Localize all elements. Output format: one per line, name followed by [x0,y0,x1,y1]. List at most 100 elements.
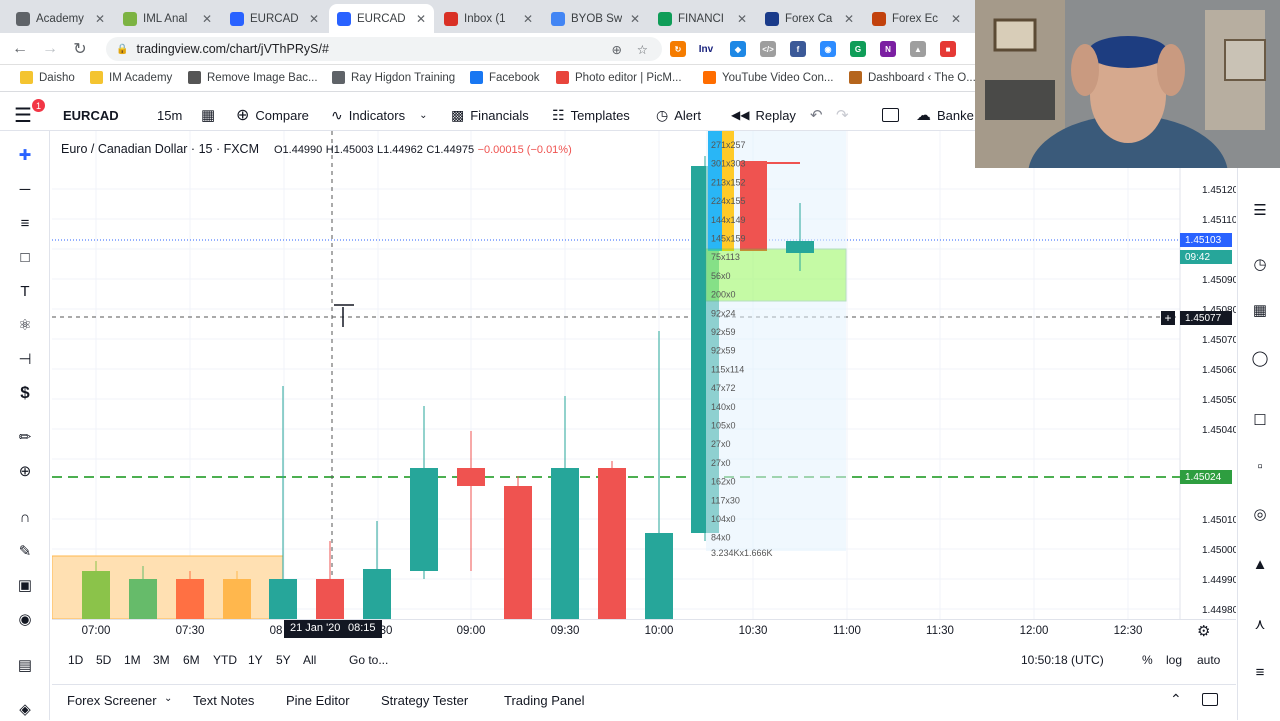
bookmark-item[interactable]: Dashboard ‹ The O... [849,71,976,84]
extension-diamond-icon[interactable]: ◆ [730,41,746,57]
extension-n-icon[interactable]: N [880,41,896,57]
back-icon[interactable]: ← [10,39,30,59]
horizontal-lines-icon[interactable]: ≡ [13,211,37,235]
extension-code-icon[interactable]: </> [760,41,776,57]
browser-tab[interactable]: Inbox (1 ✕ [436,4,541,33]
layout-icon[interactable] [882,99,899,131]
hotlist-icon[interactable]: ≡ [1248,660,1272,684]
browser-tab[interactable]: Forex Ec ✕ [864,4,969,33]
range-button-3m[interactable]: 3M [153,653,170,667]
candle-style-icon[interactable]: ▦ [201,99,215,131]
redo-icon[interactable]: ↷ [836,99,849,131]
bookmark-item[interactable]: IM Academy [90,71,172,84]
bookmark-item[interactable]: Photo editor | PicM... [556,71,682,84]
close-tab-icon[interactable]: ✕ [951,12,961,26]
close-tab-icon[interactable]: ✕ [95,12,105,26]
prediction-icon[interactable]: ⊣ [13,347,37,371]
crosshair-icon[interactable]: ✚ [13,143,37,167]
pattern-icon[interactable]: ⚛ [13,313,37,337]
close-tab-icon[interactable]: ✕ [630,12,640,26]
ruler-icon[interactable]: ✏ [13,425,37,449]
chat-icon[interactable]: ☐ [1248,408,1272,432]
browser-tab[interactable]: BYOB Sw ✕ [543,4,648,33]
range-button-5d[interactable]: 5D [96,653,111,667]
browser-tab[interactable]: Academy ✕ [8,4,113,33]
forward-icon[interactable]: → [40,39,60,59]
financials-button[interactable]: ▩ Financials [451,99,529,131]
add-page-icon[interactable]: ⊕ [612,42,622,57]
bookmark-item[interactable]: Facebook [470,71,540,84]
browser-tab[interactable]: Forex Ca ✕ [757,4,862,33]
broker-button[interactable]: ☁ Banke [916,99,974,131]
add-alert-plus-icon[interactable]: + [1161,311,1175,325]
bottom-tab[interactable]: Text Notes [193,693,254,708]
close-tab-icon[interactable]: ✕ [416,12,426,26]
indicators-button[interactable]: ∿ Indicators ⌄ [331,99,428,131]
signal-icon[interactable]: ◎ [1248,502,1272,526]
watchlist-icon[interactable]: ☰ [1248,198,1272,222]
browser-tab[interactable]: EURCAD ✕ [329,4,434,33]
settings-gear-icon[interactable]: ⚙ [1197,622,1210,640]
magnet-icon[interactable]: ∩ [13,505,37,529]
bookmark-item[interactable]: Remove Image Bac... [188,71,318,84]
range-button-1y[interactable]: 1Y [248,653,263,667]
extension-grammar-icon[interactable]: G [850,41,866,57]
templates-button[interactable]: ☷ Templates [552,99,630,131]
browser-tab[interactable]: FINANCI ✕ [650,4,755,33]
interval-button[interactable]: 15m [157,99,182,131]
close-tab-icon[interactable]: ✕ [737,12,747,26]
close-tab-icon[interactable]: ✕ [844,12,854,26]
symbol-search-button[interactable]: EURCAD [63,99,119,131]
replay-button[interactable]: ◀◀ Replay [731,99,796,131]
lock-icon[interactable]: ▣ [13,573,37,597]
log-scale-toggle[interactable]: log [1166,653,1182,667]
bottom-tab[interactable]: Trading Panel [504,693,584,708]
trend-line-icon[interactable]: ─ [13,177,37,201]
range-button-6m[interactable]: 6M [183,653,200,667]
goto-button[interactable]: Go to... [349,653,388,667]
browser-tab[interactable]: EURCAD ✕ [222,4,327,33]
range-button-1m[interactable]: 1M [124,653,141,667]
utc-clock[interactable]: 10:50:18 (UTC) [1021,653,1104,667]
close-tab-icon[interactable]: ✕ [523,12,533,26]
zoom-in-icon[interactable]: ⊕ [13,459,37,483]
extension-red-icon[interactable]: ■ [940,41,956,57]
auto-scale-toggle[interactable]: auto [1197,653,1220,667]
calendar-icon[interactable]: ▦ [1248,298,1272,322]
bookmark-item[interactable]: YouTube Video Con... [703,71,833,84]
undo-icon[interactable]: ↶ [810,99,823,131]
extension-facebook-icon[interactable]: f [790,41,806,57]
dollar-icon[interactable]: $ [13,381,37,405]
browser-tab[interactable]: IML Anal ✕ [115,4,220,33]
alert-button[interactable]: ◷ Alert [656,99,701,131]
bookmark-star-icon[interactable]: ☆ [637,42,648,57]
chart-legend[interactable]: Euro / Canadian Dollar · 15 · FXCM O1.44… [61,142,572,156]
text-icon[interactable]: T [13,279,37,303]
trash-icon[interactable]: ▤ [13,653,37,677]
url-bar[interactable]: 🔒 tradingview.com/chart/jVThPRyS/# ⊕ ☆ [106,37,662,61]
collapse-panel-icon[interactable]: ⋏ [1248,612,1272,636]
ideas-bulb-icon[interactable]: ◯ [1248,346,1272,370]
bottom-tab[interactable]: Pine Editor [286,693,350,708]
eye-icon[interactable]: ◉ [13,607,37,631]
bottom-tab[interactable]: Forex Screener [67,693,157,708]
lock-drawings-icon[interactable]: ✎ [13,539,37,563]
extension-refresh-icon[interactable]: ↻ [670,41,686,57]
notifications-bell-icon[interactable]: ▲ [1248,552,1272,576]
chart-pane[interactable]: 1.451201.451101.450901.450801.450701.450… [52,131,1236,619]
extension-invesco-icon[interactable]: Inv [698,41,714,57]
close-tab-icon[interactable]: ✕ [202,12,212,26]
range-button-5y[interactable]: 5Y [276,653,291,667]
time-axis[interactable]: 07:0007:300808:3009:0009:3010:0010:3011:… [52,619,1236,641]
messages-icon[interactable]: ▫ [1248,454,1272,478]
close-tab-icon[interactable]: ✕ [309,12,319,26]
collapse-up-icon[interactable]: ⌃ [1170,691,1182,708]
bookmark-item[interactable]: Ray Higdon Training [332,71,455,84]
extension-drive-icon[interactable]: ▲ [910,41,926,57]
chevron-down-icon[interactable]: ⌄ [164,693,172,704]
range-button-ytd[interactable]: YTD [213,653,237,667]
extension-zoom-icon[interactable]: ◉ [820,41,836,57]
reload-icon[interactable]: ↻ [70,39,90,59]
bottom-tab[interactable]: Strategy Tester [381,693,468,708]
percent-scale-toggle[interactable]: % [1142,653,1153,667]
